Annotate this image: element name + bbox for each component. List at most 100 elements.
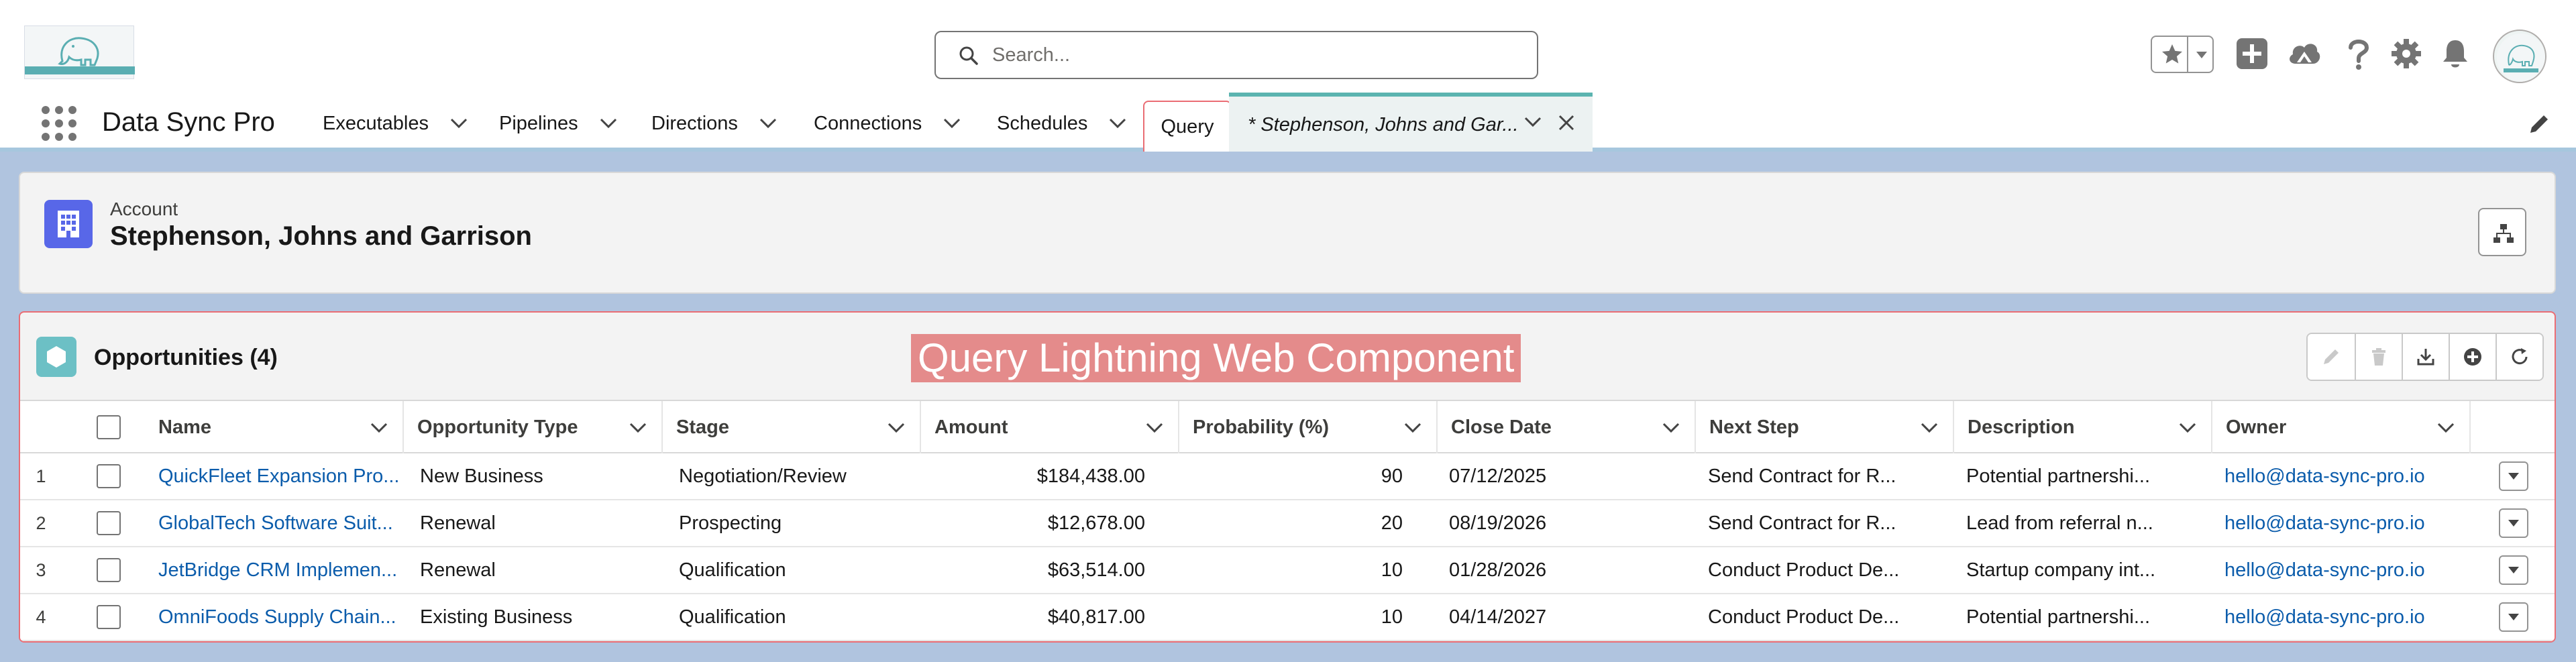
- tab-account-record[interactable]: * Stephenson, Johns and Gar...: [1229, 93, 1593, 152]
- nav-item-query[interactable]: Query: [1143, 101, 1232, 152]
- nav-item-executables[interactable]: Executables: [323, 95, 468, 152]
- owner-link[interactable]: hello@data-sync-pro.io: [2224, 453, 2466, 499]
- view-hierarchy-button[interactable]: [2478, 208, 2526, 256]
- settings-button[interactable]: [2387, 35, 2425, 72]
- next-step-cell: Conduct Product De...: [1708, 559, 1900, 581]
- nav-item-pipelines[interactable]: Pipelines: [499, 95, 617, 152]
- row-checkbox[interactable]: [97, 511, 121, 535]
- row-checkbox[interactable]: [97, 605, 121, 629]
- chevron-down-icon[interactable]: [450, 118, 468, 129]
- row-number: 1: [36, 465, 46, 486]
- notifications-button[interactable]: [2436, 35, 2474, 72]
- app-name: Data Sync Pro: [102, 107, 275, 137]
- company-logo[interactable]: [24, 25, 135, 79]
- stage-cell: Prospecting: [679, 512, 782, 534]
- opportunity-icon: [36, 337, 76, 377]
- opportunity-name-link[interactable]: OmniFoods Supply Chain...: [158, 594, 404, 640]
- owner-link[interactable]: hello@data-sync-pro.io: [2224, 547, 2466, 593]
- chevron-down-icon[interactable]: [2179, 423, 2196, 433]
- app-launcher-button[interactable]: [40, 105, 78, 142]
- close-date-cell: 08/19/2026: [1449, 512, 1547, 534]
- row-actions-button[interactable]: [2498, 508, 2528, 538]
- chevron-down-icon[interactable]: [1524, 117, 1542, 127]
- chevron-down-icon[interactable]: [1404, 423, 1421, 433]
- global-header: [0, 0, 2576, 95]
- chevron-down-icon[interactable]: [1662, 423, 1680, 433]
- column-header-name[interactable]: Name: [145, 401, 404, 453]
- row-actions-button[interactable]: [2498, 461, 2528, 491]
- edit-button[interactable]: [2308, 334, 2355, 380]
- account-highlights-panel: Account Stephenson, Johns and Garrison: [19, 172, 2556, 294]
- user-avatar[interactable]: [2493, 30, 2546, 83]
- amount-cell: $184,438.00: [1036, 465, 1145, 487]
- select-all-checkbox[interactable]: [97, 415, 121, 439]
- row-select-cell: [62, 594, 156, 640]
- nav-item-label: Query: [1161, 115, 1214, 137]
- chevron-down-icon[interactable]: [759, 118, 777, 129]
- opportunity-name-link[interactable]: JetBridge CRM Implemen...: [158, 547, 404, 593]
- row-menu-cell: [2471, 453, 2555, 499]
- chevron-down-icon[interactable]: [1921, 423, 1938, 433]
- nav-item-directions[interactable]: Directions: [651, 95, 777, 152]
- chevron-down-icon[interactable]: [888, 423, 905, 433]
- export-button[interactable]: [2402, 334, 2449, 380]
- opportunity-name-link[interactable]: GlobalTech Software Suit...: [158, 500, 404, 546]
- opportunity-name-link[interactable]: QuickFleet Expansion Pro...: [158, 453, 404, 499]
- account-icon: [44, 200, 93, 248]
- amount-cell: $63,514.00: [1047, 559, 1145, 581]
- search-input[interactable]: [992, 39, 1515, 71]
- next-step-cell: Send Contract for R...: [1708, 512, 1896, 534]
- chevron-down-icon[interactable]: [1109, 118, 1126, 129]
- row-number: 2: [36, 512, 46, 533]
- chevron-down-icon[interactable]: [629, 423, 647, 433]
- owner-link[interactable]: hello@data-sync-pro.io: [2224, 500, 2466, 546]
- description-cell: Lead from referral n...: [1966, 512, 2153, 534]
- refresh-button[interactable]: [2496, 334, 2542, 380]
- chevron-down-icon[interactable]: [600, 118, 617, 129]
- opportunity-type-cell: Renewal: [420, 512, 496, 534]
- column-label: Name: [158, 416, 211, 438]
- nav-item-connections[interactable]: Connections: [814, 95, 961, 152]
- amount-cell: $40,817.00: [1047, 606, 1145, 628]
- nav-item-schedules[interactable]: Schedules: [997, 95, 1126, 152]
- caret-down-icon[interactable]: [2194, 46, 2210, 62]
- row-select-cell: [62, 500, 156, 546]
- column-header-description[interactable]: Description: [1954, 401, 2212, 453]
- row-checkbox[interactable]: [97, 464, 121, 488]
- nav-item-label: Connections: [814, 112, 922, 134]
- row-menu-cell: [2471, 547, 2555, 593]
- row-number: 4: [36, 606, 46, 627]
- row-actions-button[interactable]: [2498, 602, 2528, 632]
- column-header-opportunity-type[interactable]: Opportunity Type: [404, 401, 663, 453]
- owner-link[interactable]: hello@data-sync-pro.io: [2224, 594, 2466, 640]
- chevron-down-icon[interactable]: [1146, 423, 1163, 433]
- column-header-probability[interactable]: Probability (%): [1179, 401, 1438, 453]
- close-icon[interactable]: [1558, 114, 1575, 131]
- description-cell: Potential partnershi...: [1966, 465, 2151, 487]
- star-icon: [2162, 44, 2182, 64]
- trailhead-icon: [2290, 44, 2320, 64]
- record-name: Stephenson, Johns and Garrison: [110, 221, 532, 251]
- favorites-button[interactable]: [2151, 36, 2214, 73]
- row-checkbox[interactable]: [97, 558, 121, 582]
- global-actions-button[interactable]: [2233, 35, 2271, 72]
- global-search[interactable]: [934, 31, 1538, 79]
- amount-cell: $12,678.00: [1047, 512, 1145, 534]
- delete-button[interactable]: [2355, 334, 2402, 380]
- nav-item-label: Pipelines: [499, 112, 578, 134]
- column-header-next-step[interactable]: Next Step: [1696, 401, 1954, 453]
- new-record-button[interactable]: [2449, 334, 2496, 380]
- row-actions-button[interactable]: [2498, 555, 2528, 585]
- trailhead-button[interactable]: [2286, 35, 2323, 72]
- chevron-down-icon[interactable]: [2437, 423, 2455, 433]
- chevron-down-icon[interactable]: [370, 423, 388, 433]
- select-all-header: [62, 401, 156, 453]
- column-header-close-date[interactable]: Close Date: [1438, 401, 1696, 453]
- chevron-down-icon[interactable]: [943, 118, 961, 129]
- column-header-owner[interactable]: Owner: [2212, 401, 2471, 453]
- edit-nav-icon[interactable]: [2528, 113, 2551, 135]
- column-label: Owner: [2226, 416, 2287, 438]
- column-header-stage[interactable]: Stage: [663, 401, 921, 453]
- help-button[interactable]: [2340, 35, 2377, 72]
- column-header-amount[interactable]: Amount: [921, 401, 1179, 453]
